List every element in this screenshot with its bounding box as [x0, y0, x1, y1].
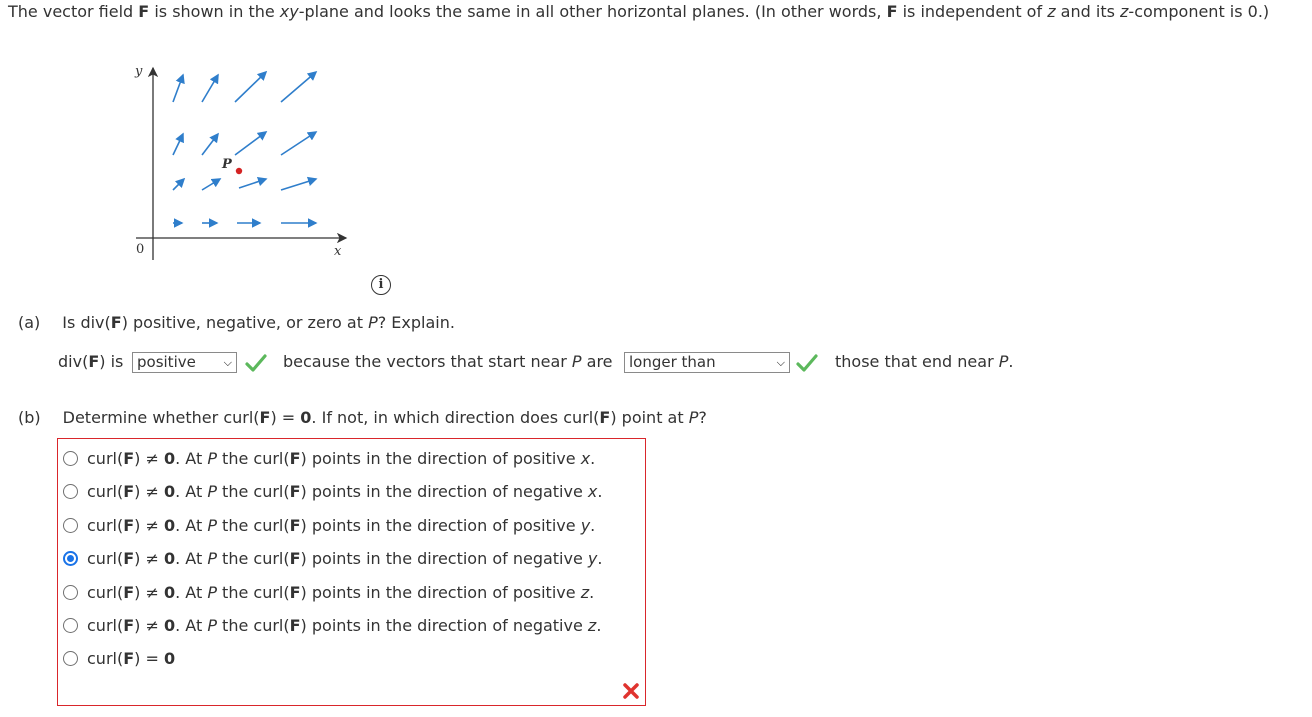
curl-option-zero[interactable]: curl(F) = 0 [63, 646, 175, 670]
curl-choices-group: curl(F) ≠ 0. At P the curl(F) points in … [57, 438, 646, 706]
vector-arrow [201, 178, 222, 191]
option-label: curl(F) ≠ 0. At P the curl(F) points in … [87, 515, 596, 535]
vector-arrow [172, 73, 185, 103]
vector-arrow [234, 131, 268, 156]
radio-button[interactable] [63, 551, 78, 566]
point-p-label: P [221, 157, 233, 172]
length-compare-select-value: longer than [629, 353, 716, 371]
those-text: those that end near P. [835, 352, 1014, 371]
incorrect-x-icon [623, 683, 639, 699]
option-label: curl(F) ≠ 0. At P the curl(F) points in … [87, 582, 595, 602]
radio-button[interactable] [63, 584, 78, 600]
curl-option-positive-y[interactable]: curl(F) ≠ 0. At P the curl(F) points in … [63, 513, 595, 537]
vector-arrow [234, 70, 268, 103]
option-label: curl(F) ≠ 0. At P the curl(F) points in … [87, 448, 596, 468]
vector-arrow [280, 176, 318, 191]
chevron-down-icon: ⌵ [223, 356, 232, 369]
vector-arrow [172, 177, 186, 191]
option-label: curl(F) ≠ 0. At P the curl(F) points in … [87, 616, 602, 635]
div-sign-select-value: positive [137, 353, 196, 371]
vector-arrow [201, 132, 219, 156]
radio-button[interactable] [63, 517, 78, 533]
problem-intro: The vector field F is shown in the xy-pl… [8, 2, 1270, 21]
option-label: curl(F) ≠ 0. At P the curl(F) points in … [87, 549, 603, 568]
radio-button[interactable] [63, 484, 78, 499]
vector-arrow [172, 132, 184, 156]
x-axis-label: x [334, 244, 342, 259]
point-p [235, 167, 243, 175]
because-text: because the vectors that start near P ar… [283, 352, 613, 371]
curl-option-negative-z[interactable]: curl(F) ≠ 0. At P the curl(F) points in … [63, 614, 601, 638]
check-icon [245, 354, 267, 372]
curl-option-negative-y[interactable]: curl(F) ≠ 0. At P the curl(F) points in … [63, 547, 602, 571]
curl-option-negative-x[interactable]: curl(F) ≠ 0. At P the curl(F) points in … [63, 480, 602, 504]
y-axis-label: y [134, 64, 143, 79]
curl-option-positive-x[interactable]: curl(F) ≠ 0. At P the curl(F) points in … [63, 446, 595, 470]
vector-arrow [280, 70, 318, 103]
info-icon[interactable]: i [371, 275, 391, 295]
vector-field-figure: y x 0 P [134, 64, 348, 260]
vector-arrows [172, 70, 318, 228]
vector-arrow [280, 131, 318, 156]
question-a: (a) Is div(F) positive, negative, or zero… [18, 313, 455, 332]
curl-option-positive-z[interactable]: curl(F) ≠ 0. At P the curl(F) points in … [63, 580, 594, 604]
length-compare-select[interactable]: longer than ⌵ [624, 352, 790, 373]
radio-button[interactable] [63, 450, 78, 466]
chevron-down-icon: ⌵ [776, 356, 785, 369]
radio-button[interactable] [63, 618, 78, 633]
option-label: curl(F) = 0 [87, 648, 176, 668]
radio-button[interactable] [63, 650, 78, 666]
origin-label: 0 [136, 242, 144, 257]
question-b: (b) Determine whether curl(F) = 0. If not… [18, 408, 707, 427]
vector-arrow [238, 176, 268, 189]
option-label: curl(F) ≠ 0. At P the curl(F) points in … [87, 482, 603, 501]
div-label: div(F) is [58, 352, 124, 371]
vector-arrow [201, 73, 219, 103]
div-sign-select[interactable]: positive ⌵ [132, 352, 237, 373]
check-icon [796, 354, 818, 372]
